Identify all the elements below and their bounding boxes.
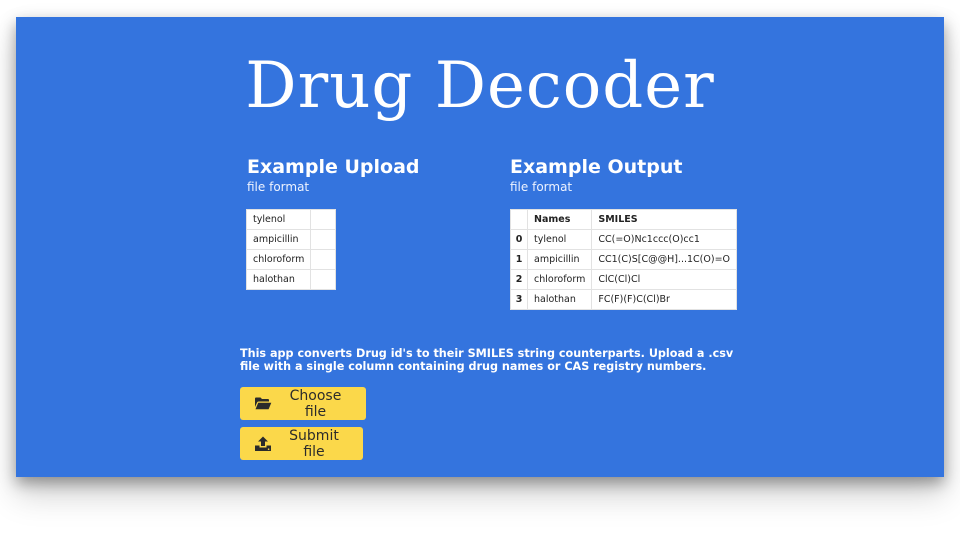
output-example-subheading: file format	[510, 180, 573, 194]
page-title: Drug Decoder	[245, 49, 715, 123]
choose-file-button[interactable]: Choose file	[240, 387, 366, 420]
output-example-heading: Example Output	[510, 156, 683, 178]
table-cell: halothan	[245, 269, 312, 290]
column-header-smiles: SMILES	[591, 209, 738, 230]
drug-name-cell: halothan	[526, 289, 593, 310]
upload-icon	[254, 436, 272, 452]
submit-file-label: Submit file	[289, 427, 339, 460]
row-index: 3	[510, 289, 528, 310]
smiles-cell: CC(=O)Nc1ccc(O)cc1	[591, 229, 738, 250]
table-row: 2 chloroform ClC(Cl)Cl	[510, 269, 738, 290]
upload-example-table: tylenol ampicillin chloroform halothan	[245, 209, 337, 290]
output-example-table: Names SMILES 0 tylenol CC(=O)Nc1ccc(O)cc…	[510, 209, 738, 310]
drug-name-cell: tylenol	[526, 229, 593, 250]
app-description: This app converts Drug id's to their SMI…	[240, 347, 734, 373]
table-row: chloroform	[245, 249, 337, 270]
app-window: Drug Decoder Example Upload file format …	[16, 17, 944, 477]
row-index: 2	[510, 269, 528, 290]
table-row: halothan	[245, 269, 337, 290]
upload-example-subheading: file format	[247, 180, 310, 194]
column-header-index	[510, 209, 528, 230]
table-cell: ampicillin	[245, 229, 312, 250]
upload-example-heading: Example Upload	[247, 156, 420, 178]
table-row: 1 ampicillin CC1(C)S[C@@H]...1C(O)=O	[510, 249, 738, 270]
table-row: 3 halothan FC(F)(F)C(Cl)Br	[510, 289, 738, 310]
column-header-names: Names	[526, 209, 593, 230]
table-header-row: Names SMILES	[510, 209, 738, 230]
table-cell	[310, 229, 337, 250]
drug-name-cell: chloroform	[526, 269, 593, 290]
drug-name-cell: ampicillin	[526, 249, 593, 270]
table-row: tylenol	[245, 209, 337, 230]
table-cell	[310, 209, 337, 230]
table-cell	[310, 269, 337, 290]
table-row: 0 tylenol CC(=O)Nc1ccc(O)cc1	[510, 229, 738, 250]
smiles-cell: FC(F)(F)C(Cl)Br	[591, 289, 738, 310]
table-cell	[310, 249, 337, 270]
smiles-cell: ClC(Cl)Cl	[591, 269, 738, 290]
submit-file-button[interactable]: Submit file	[240, 427, 363, 460]
table-cell: chloroform	[245, 249, 312, 270]
folder-open-icon	[254, 396, 272, 412]
choose-file-label: Choose file	[289, 387, 342, 420]
row-index: 1	[510, 249, 528, 270]
smiles-cell: CC1(C)S[C@@H]...1C(O)=O	[591, 249, 738, 270]
row-index: 0	[510, 229, 528, 250]
table-cell: tylenol	[245, 209, 312, 230]
table-row: ampicillin	[245, 229, 337, 250]
